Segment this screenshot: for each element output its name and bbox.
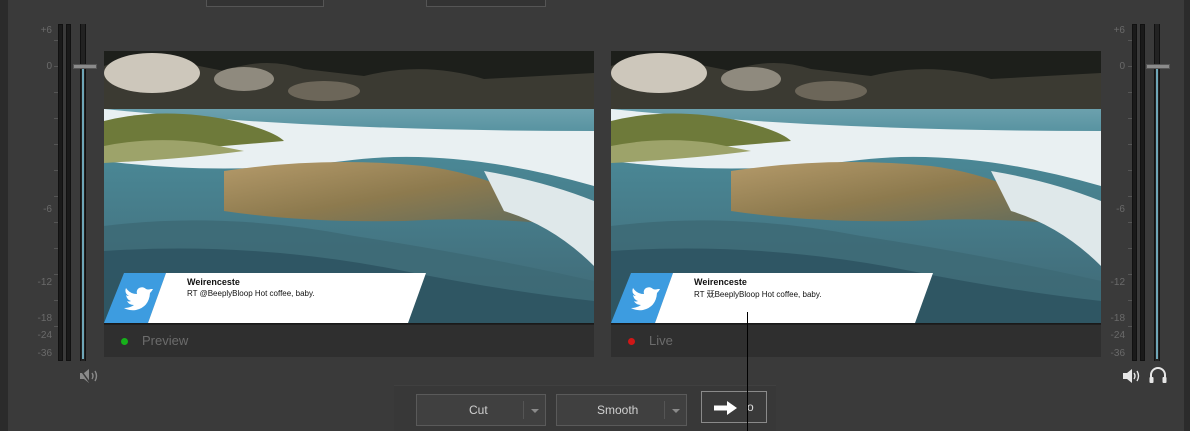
left-scale-minus24: -24 bbox=[37, 330, 52, 341]
smooth-dropdown-separator bbox=[664, 401, 665, 419]
transition-bar: Cut Smooth o bbox=[394, 385, 776, 431]
go-button[interactable]: o bbox=[701, 391, 767, 423]
preview-panel[interactable]: Weirenceste RT @BeeplyBloop Hot coffee, … bbox=[104, 51, 594, 357]
right-scale-plus6: +6 bbox=[1113, 25, 1125, 36]
twitter-bird-icon bbox=[121, 275, 159, 323]
left-scale-minus18: -18 bbox=[37, 313, 52, 324]
preview-overlay-text: RT @BeeplyBloop Hot coffee, baby. bbox=[187, 289, 315, 298]
left-scale-0: 0 bbox=[46, 61, 52, 72]
live-video[interactable]: Weirenceste RT 兓BeeplyBloop Hot coffee, … bbox=[611, 51, 1101, 323]
cut-dropdown-separator bbox=[523, 401, 524, 419]
left-fader-knob[interactable] bbox=[73, 64, 97, 69]
left-level-bar-1 bbox=[58, 24, 63, 361]
top-tab-right[interactable] bbox=[426, 0, 546, 7]
left-volume-fader[interactable] bbox=[80, 24, 86, 361]
left-scale-minus12: -12 bbox=[37, 277, 52, 288]
right-fader-knob[interactable] bbox=[1146, 64, 1170, 69]
left-fader-fill bbox=[82, 69, 84, 359]
cut-label: Cut bbox=[469, 403, 488, 417]
left-scale-plus6: +6 bbox=[40, 25, 52, 36]
right-scale-minus12: -12 bbox=[1110, 277, 1125, 288]
left-level-bar-2 bbox=[66, 24, 71, 361]
live-panel[interactable]: Weirenceste RT 兓BeeplyBloop Hot coffee, … bbox=[611, 51, 1101, 357]
live-lower-third: Weirenceste RT 兓BeeplyBloop Hot coffee, … bbox=[611, 273, 941, 323]
go-button-label: o bbox=[747, 400, 754, 414]
right-level-bar-2 bbox=[1140, 24, 1145, 361]
live-overlay-text: RT 兓BeeplyBloop Hot coffee, baby. bbox=[694, 290, 822, 299]
smooth-label: Smooth bbox=[597, 403, 639, 417]
arrow-right-icon bbox=[714, 401, 738, 420]
right-scale-minus24: -24 bbox=[1110, 330, 1125, 341]
preview-status-dot bbox=[121, 338, 128, 345]
right-scale-0: 0 bbox=[1119, 61, 1125, 72]
cut-dropdown[interactable]: Cut bbox=[416, 394, 546, 426]
right-level-bar-1 bbox=[1132, 24, 1137, 361]
right-scale-minus18: -18 bbox=[1110, 313, 1125, 324]
twitter-bird-icon bbox=[628, 275, 666, 323]
app-window: +6 0 -6 -12 -18 -24 -36 +6 0 -6 -12 -18 … bbox=[0, 0, 1190, 431]
left-scale-minus36: -36 bbox=[37, 348, 52, 359]
left-scale-minus6: -6 bbox=[43, 204, 52, 215]
cut-chevron-down-icon[interactable] bbox=[531, 409, 539, 413]
live-label: Live bbox=[649, 333, 673, 348]
right-volume-fader[interactable] bbox=[1154, 24, 1160, 361]
right-scale-minus6: -6 bbox=[1116, 204, 1125, 215]
smooth-chevron-down-icon[interactable] bbox=[672, 409, 680, 413]
speaker-muted-icon[interactable] bbox=[78, 368, 100, 389]
preview-video[interactable]: Weirenceste RT @BeeplyBloop Hot coffee, … bbox=[104, 51, 594, 323]
preview-overlay-name: Weirenceste bbox=[187, 277, 240, 287]
preview-footer: Preview bbox=[104, 324, 594, 357]
live-footer: Live bbox=[611, 324, 1101, 357]
live-status-dot bbox=[628, 338, 635, 345]
speaker-icon[interactable] bbox=[1122, 369, 1142, 388]
preview-lower-third: Weirenceste RT @BeeplyBloop Hot coffee, … bbox=[104, 273, 434, 323]
headphones-icon[interactable] bbox=[1148, 366, 1168, 389]
preview-label: Preview bbox=[142, 333, 189, 348]
right-scale-minus36: -36 bbox=[1110, 348, 1125, 359]
pointer-line bbox=[747, 312, 748, 431]
live-overlay-name: Weirenceste bbox=[694, 277, 747, 287]
top-tab-left[interactable] bbox=[206, 0, 324, 7]
right-fader-fill bbox=[1156, 69, 1158, 359]
smooth-dropdown[interactable]: Smooth bbox=[556, 394, 687, 426]
